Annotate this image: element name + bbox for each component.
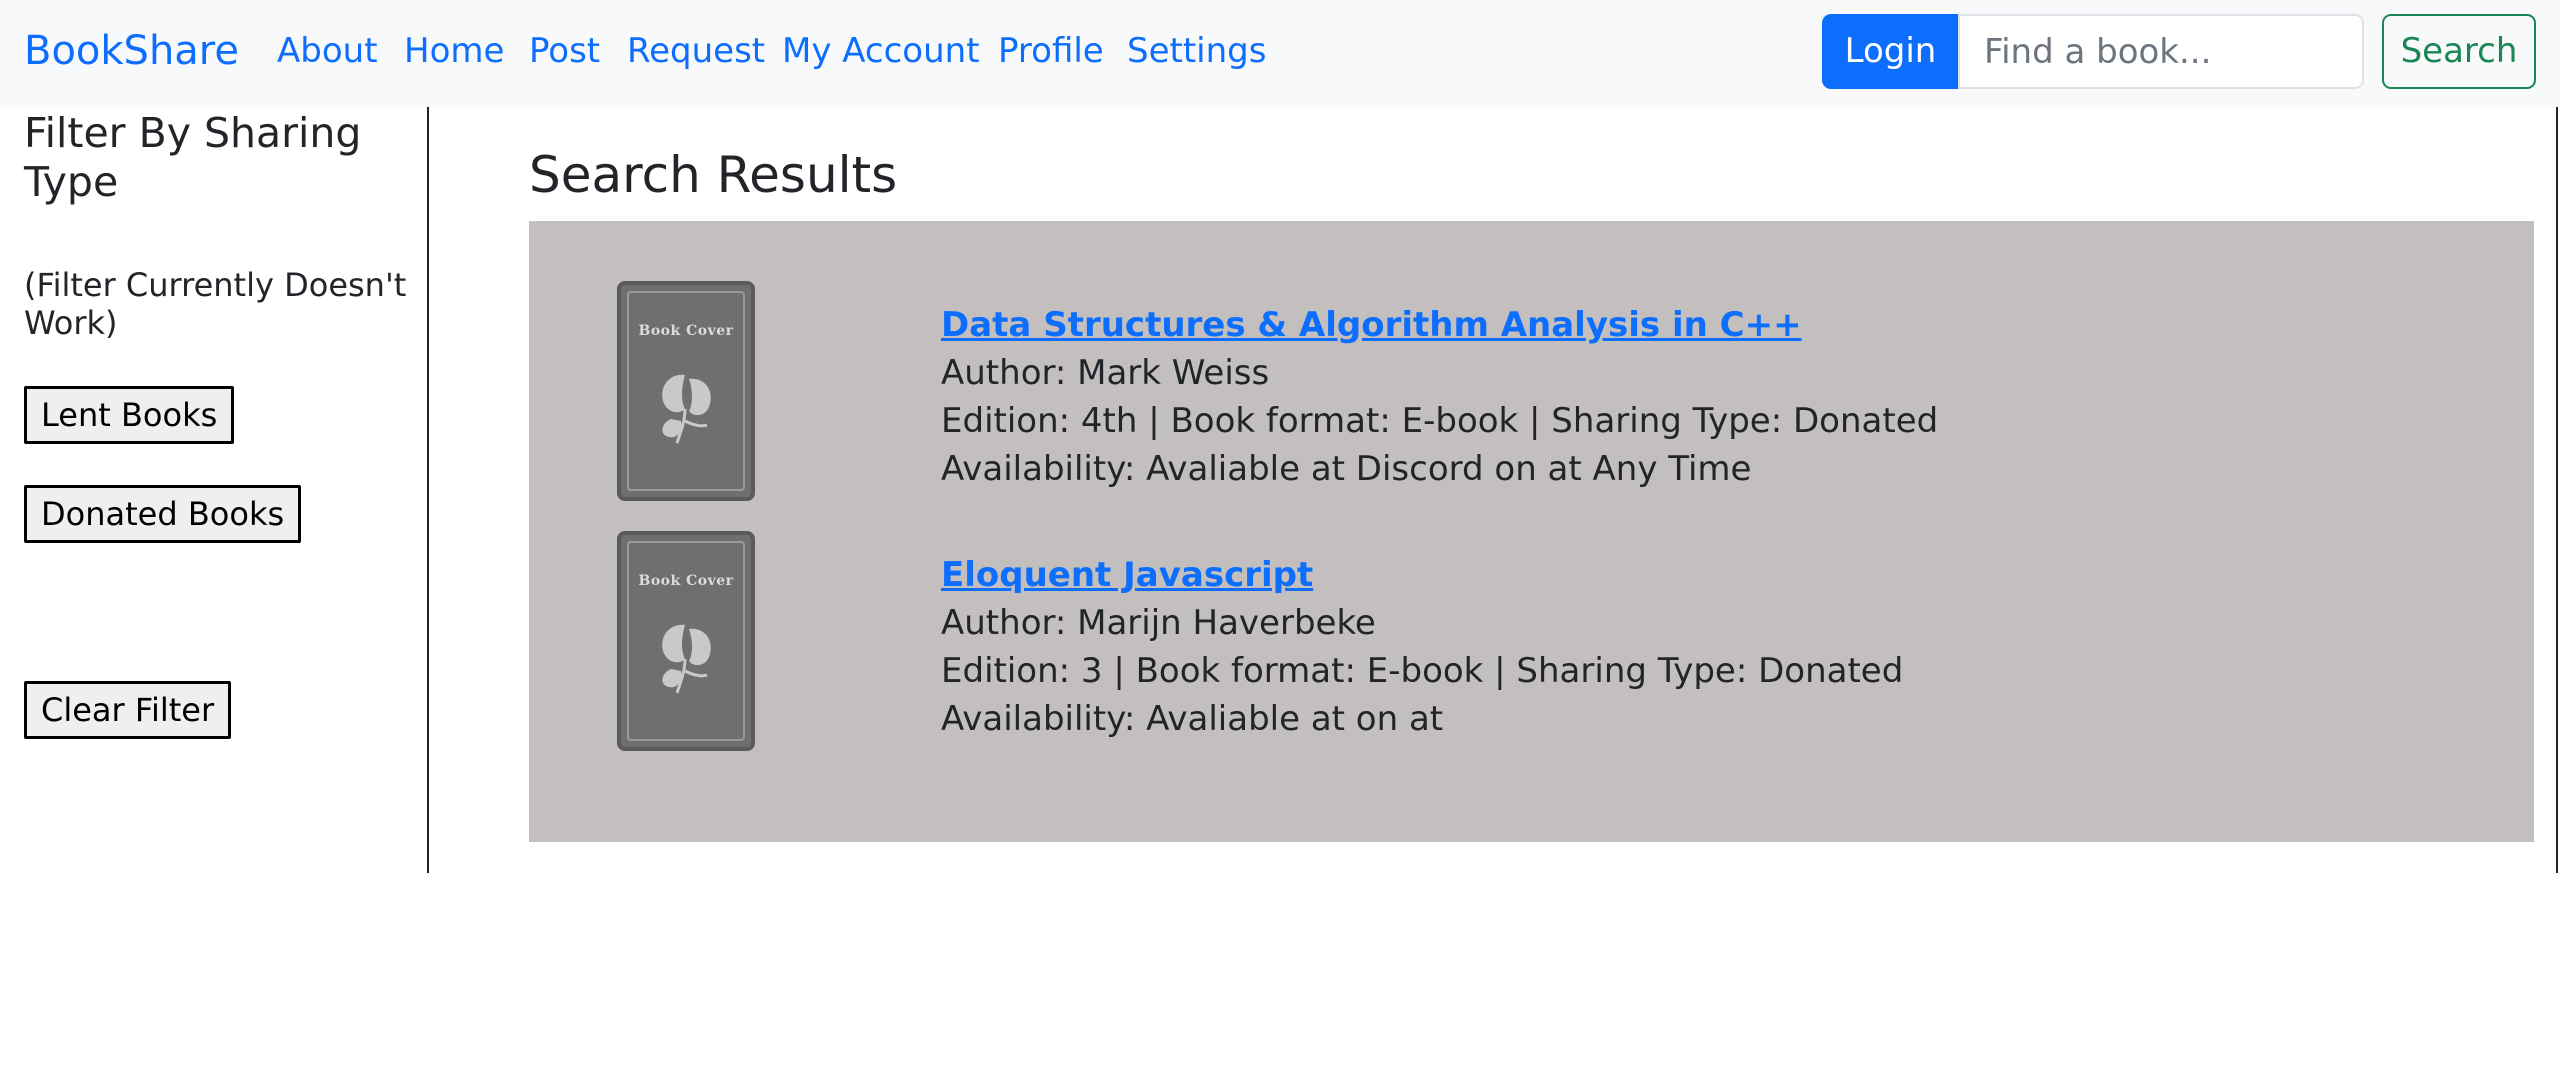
book-info: Data Structures & Algorithm Analysis in … — [941, 301, 1938, 493]
book-author: Author: Mark Weiss — [941, 353, 1270, 393]
nav-link-request[interactable]: Request — [627, 28, 765, 74]
result-item: Book Cover Eloquent Javascript Author: M… — [529, 531, 2534, 771]
page-title: Search Results — [529, 146, 898, 204]
book-title-link[interactable]: Eloquent Javascript — [941, 551, 1903, 599]
clear-filter-button[interactable]: Clear Filter — [24, 681, 232, 739]
book-title-link[interactable]: Data Structures & Algorithm Analysis in … — [941, 301, 1938, 349]
book-author: Author: Marijn Haverbeke — [941, 603, 1376, 643]
book-availability: Availability: Avaliable at on at — [941, 699, 1444, 739]
book-details: Edition: 3 | Book format: E-book | Shari… — [941, 651, 1904, 691]
donated-books-button[interactable]: Donated Books — [24, 485, 302, 543]
nav-link-profile[interactable]: Profile — [998, 28, 1104, 74]
cover-text: Book Cover — [638, 323, 734, 339]
book-info: Eloquent Javascript Author: Marijn Haver… — [941, 551, 1903, 743]
nav-link-post[interactable]: Post — [529, 28, 600, 74]
filter-sidebar: Filter By Sharing Type (Filter Currently… — [0, 107, 429, 873]
nav-link-about[interactable]: About — [277, 28, 378, 74]
leaf-icon — [662, 374, 711, 444]
search-button[interactable]: Search — [2382, 14, 2536, 89]
brand-link[interactable]: BookShare — [24, 24, 239, 78]
results-panel: Book Cover Data Structures & Algorithm A… — [529, 221, 2534, 842]
top-navbar: BookShare About Home Post Request My Acc… — [0, 0, 2560, 107]
result-item: Book Cover Data Structures & Algorithm A… — [529, 281, 2534, 521]
nav-link-home[interactable]: Home — [404, 28, 504, 74]
leaf-icon — [662, 624, 711, 694]
book-availability: Availability: Avaliable at Discord on at… — [941, 449, 1752, 489]
login-button[interactable]: Login — [1822, 14, 1959, 89]
nav-link-settings[interactable]: Settings — [1127, 28, 1266, 74]
book-details: Edition: 4th | Book format: E-book | Sha… — [941, 401, 1939, 441]
cover-text: Book Cover — [638, 573, 734, 589]
search-input[interactable] — [1958, 14, 2364, 89]
filter-note: (Filter Currently Doesn't Work) — [24, 266, 407, 342]
book-cover-image[interactable]: Book Cover — [617, 281, 755, 501]
lent-books-button[interactable]: Lent Books — [24, 386, 235, 444]
nav-link-my-account[interactable]: My Account — [782, 28, 980, 74]
content-right-border — [2556, 107, 2558, 873]
sidebar-title: Filter By Sharing Type — [24, 109, 362, 206]
book-cover-image[interactable]: Book Cover — [617, 531, 755, 751]
